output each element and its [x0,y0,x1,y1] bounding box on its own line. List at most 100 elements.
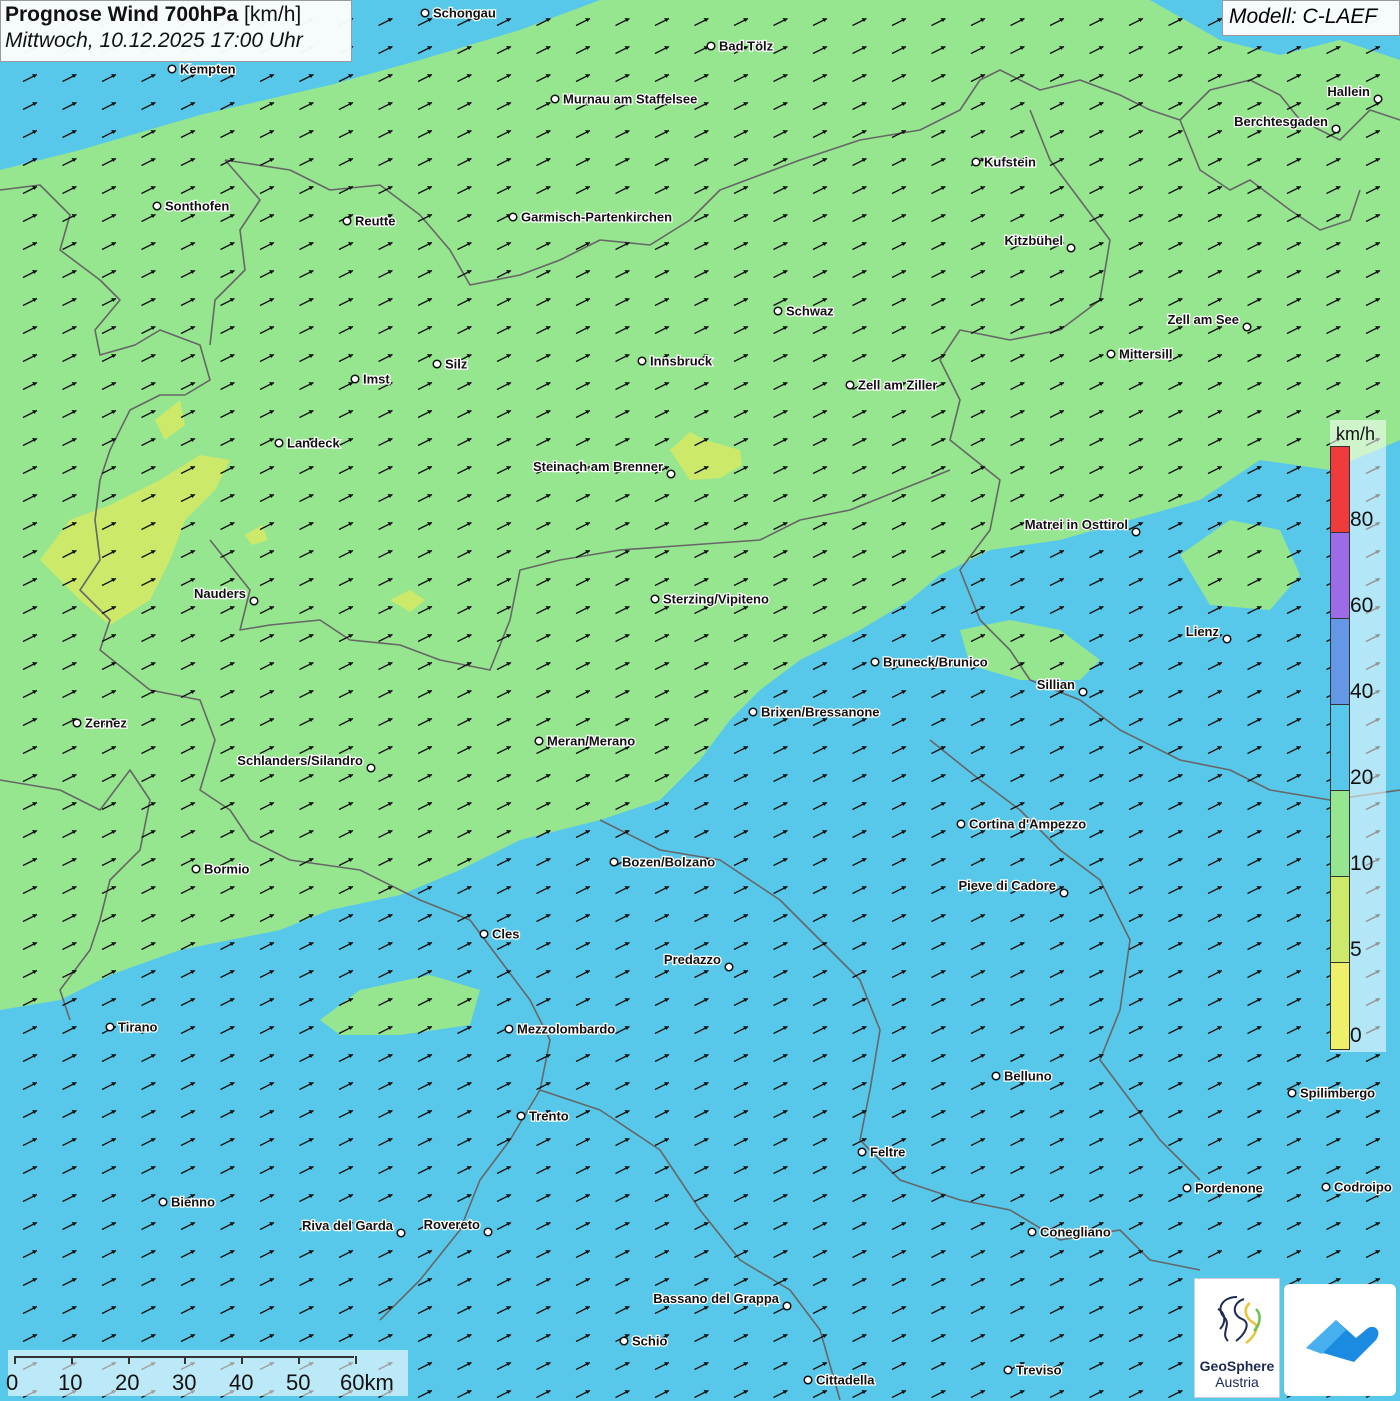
city-dot [650,594,660,604]
city-label: Tirano [118,1020,158,1035]
geosphere-logo[interactable]: GeoSphere Austria [1194,1278,1280,1398]
city-label: Zell am Ziller [858,378,937,393]
city-label: Spilimbergo [1300,1086,1375,1101]
city-label: Conegliano [1040,1225,1111,1240]
city-label: Silz [445,357,468,372]
city-marker: Bruneck/Brunico [870,653,989,671]
city-label: Berchtesgaden [1234,114,1328,129]
city-dot [991,1071,1001,1081]
legend-seg-40-60 [1331,619,1349,705]
legend-tick-10: 10 [1350,852,1374,875]
city-dot [432,359,442,369]
city-marker: Bozen/Bolzano [609,853,716,871]
city-dot [1027,1227,1037,1237]
city-dot [609,857,619,867]
city-dot [191,864,201,874]
scale-label-30: 30 [172,1370,197,1395]
legend-tick-20: 20 [1350,766,1374,789]
city-label: Kitzbühel [1005,233,1064,248]
city-dot [479,929,489,939]
city-label: Sterzing/Vipiteno [663,592,769,607]
city-dot [782,1301,792,1311]
city-label: Zernez [85,716,127,731]
city-label: Zell am See [1167,312,1239,327]
scale-label-0: 0 [6,1370,19,1395]
city-dot [72,718,82,728]
city-dot [956,819,966,829]
city-label: Schio [632,1334,667,1349]
scale-label-40: 40 [229,1370,254,1395]
city-label: Bormio [204,862,250,877]
scale-tick [14,1356,16,1364]
city-label: Bassano del Grappa [653,1291,779,1306]
city-label: Feltre [870,1145,905,1160]
city-label: Steinach am Brenner [533,459,663,474]
city-label: Bienno [171,1195,215,1210]
scale-tick [127,1356,130,1364]
legend-tick-5: 5 [1350,938,1362,961]
city-dot [1106,349,1116,359]
city-marker: Brixen/Bressanone [748,703,881,721]
city-dot [706,41,716,51]
city-dot [167,64,177,74]
city-label: Murnau am Staffelsee [563,92,697,107]
city-marker: Spilimbergo [1287,1084,1376,1102]
scale-tick [354,1356,357,1364]
city-label: Garmisch-Partenkirchen [521,210,672,225]
city-label: Matrei in Osttirol [1025,517,1128,532]
city-marker: Sonthofen [152,197,231,215]
city-marker: Meran/Merano [534,732,636,750]
city-dot [857,1147,867,1157]
city-dot [1373,94,1383,104]
legend-seg-0-5 [1331,963,1349,1049]
city-marker: Innsbruck [637,352,714,370]
city-label: Hallein [1327,84,1370,99]
city-label: Belluno [1004,1069,1052,1084]
city-dot [274,438,284,448]
scale-label-10: 10 [58,1370,83,1395]
legend-seg-80-plus [1331,447,1349,533]
city-dot [619,1336,629,1346]
city-marker: Conegliano [1027,1223,1112,1241]
city-dot [508,212,518,222]
city-marker: Cortina d'Ampezzo [956,815,1088,833]
city-dot [534,736,544,746]
legend-tick-40: 40 [1350,680,1374,703]
city-dot [158,1197,168,1207]
city-dot [773,306,783,316]
city-dot [342,216,352,226]
city-dot [396,1228,406,1238]
scale-label-60km: 60km [340,1370,394,1395]
city-label: Pordenone [1195,1181,1263,1196]
city-label: Bozen/Bolzano [622,855,715,870]
city-marker: Schongau [420,4,497,22]
map-title-bold: Prognose Wind 700hPa [5,3,239,26]
city-label: Schwaz [786,304,834,319]
city-label: Reutte [355,214,395,229]
city-dot [1078,687,1088,697]
city-dot [504,1024,514,1034]
logo-name: GeoSphere [1199,1358,1275,1374]
city-label: Mezzolombardo [517,1022,615,1037]
city-label: Cittadella [816,1373,875,1388]
city-label: Bad Tölz [719,39,774,54]
city-dot [1131,527,1141,537]
city-marker: Murnau am Staffelsee [550,90,699,108]
city-dot [1003,1365,1013,1375]
city-label: Predazzo [664,952,721,967]
city-label: Innsbruck [650,354,713,369]
city-dot [724,962,734,972]
city-dot [483,1227,493,1237]
legend-unit: km/h [1336,424,1376,444]
city-label: Landeck [287,436,341,451]
city-label: Cortina d'Ampezzo [969,817,1086,832]
geosphere-swirl-icon [1217,1296,1261,1344]
city-label: Meran/Merano [547,734,635,749]
app-icon-panel[interactable] [1284,1284,1396,1396]
logo-sub: Austria [1215,1374,1259,1390]
map-datetime: Mittwoch, 10.12.2025 17:00 Uhr [5,29,303,52]
city-label: Sillian [1037,677,1075,692]
legend-tick-0: 0 [1350,1024,1362,1047]
app-cloud-icon [1306,1320,1379,1362]
scale-label-50: 50 [286,1370,311,1395]
